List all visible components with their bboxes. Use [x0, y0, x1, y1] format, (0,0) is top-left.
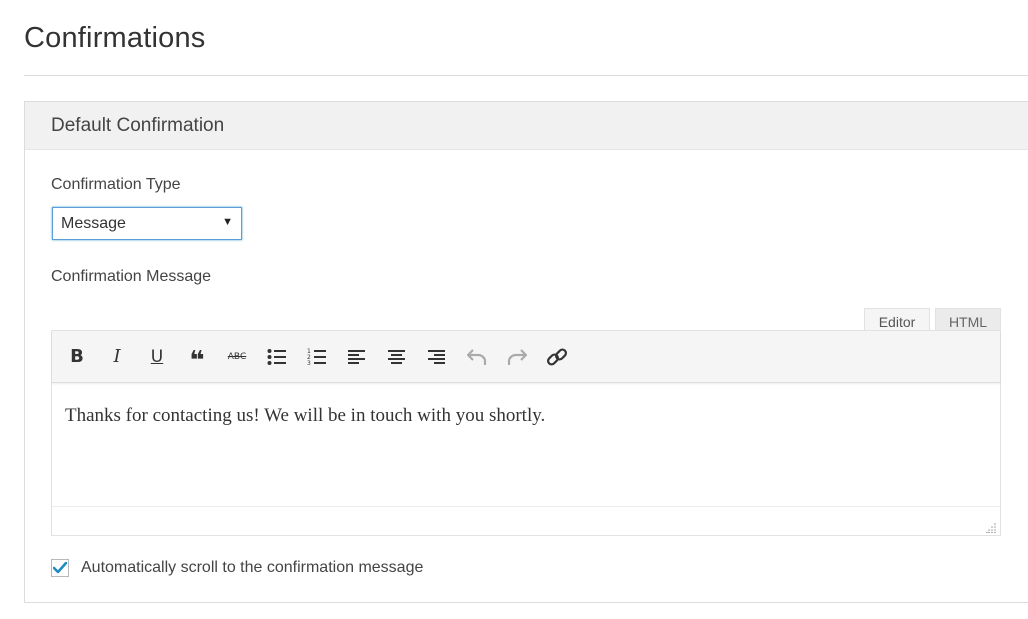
autoscroll-checkbox[interactable]	[51, 559, 69, 577]
confirmation-type-label: Confirmation Type	[51, 176, 181, 193]
numbered-list-button[interactable]: 1 2 3	[304, 344, 330, 370]
svg-text:3: 3	[307, 360, 311, 366]
underline-button[interactable]: U	[144, 344, 170, 370]
link-icon	[546, 347, 568, 366]
confirmation-message-label: Confirmation Message	[51, 268, 212, 285]
bold-button[interactable]: B	[64, 344, 90, 370]
bold-icon: B	[70, 346, 84, 367]
confirmation-type-select[interactable]: Message ▼	[52, 207, 242, 240]
title-divider	[24, 75, 1028, 76]
tab-editor-label: Editor	[878, 313, 916, 330]
message-content[interactable]: Thanks for contacting us! We will be in …	[52, 383, 1000, 506]
numbered-list-icon: 1 2 3	[307, 348, 326, 366]
autoscroll-label[interactable]: Automatically scroll to the confirmation…	[81, 559, 423, 577]
align-left-icon	[348, 349, 365, 364]
strikethrough-icon: ABC	[227, 351, 247, 362]
blockquote-button[interactable]: ❝	[184, 344, 210, 374]
underline-icon: U	[150, 346, 164, 367]
redo-icon	[507, 348, 527, 365]
blockquote-icon: ❝	[189, 345, 205, 376]
message-editor: B I U ❝ ABC 1 2 3 Thanks for contacting …	[51, 330, 1001, 536]
autoscroll-option: Automatically scroll to the confirmation…	[51, 559, 423, 577]
panel-title: Default Confirmation	[51, 114, 225, 136]
align-center-icon	[388, 349, 405, 364]
bullet-list-icon	[267, 348, 286, 365]
redo-button[interactable]	[504, 344, 530, 370]
resize-handle-icon[interactable]	[986, 523, 996, 533]
undo-button[interactable]	[464, 344, 490, 370]
strikethrough-button[interactable]: ABC	[224, 344, 250, 370]
italic-icon: I	[113, 346, 121, 367]
confirmation-type-value: Message	[61, 214, 126, 232]
align-center-button[interactable]	[384, 344, 410, 370]
undo-icon	[467, 348, 487, 365]
italic-button[interactable]: I	[104, 344, 130, 370]
checkmark-icon	[53, 562, 67, 574]
editor-toolbar: B I U ❝ ABC 1 2 3	[52, 331, 1000, 383]
align-right-button[interactable]	[424, 344, 450, 370]
tab-html-label: HTML	[948, 313, 988, 330]
panel-header[interactable]: Default Confirmation	[25, 102, 1028, 150]
page-title: Confirmations	[24, 22, 206, 54]
chevron-down-icon: ▼	[222, 216, 233, 228]
align-right-icon	[428, 349, 445, 364]
message-text: Thanks for contacting us! We will be in …	[65, 405, 546, 426]
editor-status-bar	[52, 506, 1000, 536]
link-button[interactable]	[544, 344, 570, 370]
bullet-list-button[interactable]	[264, 344, 290, 370]
confirmation-panel: Default Confirmation Confirmation Type M…	[24, 101, 1028, 603]
align-left-button[interactable]	[344, 344, 370, 370]
